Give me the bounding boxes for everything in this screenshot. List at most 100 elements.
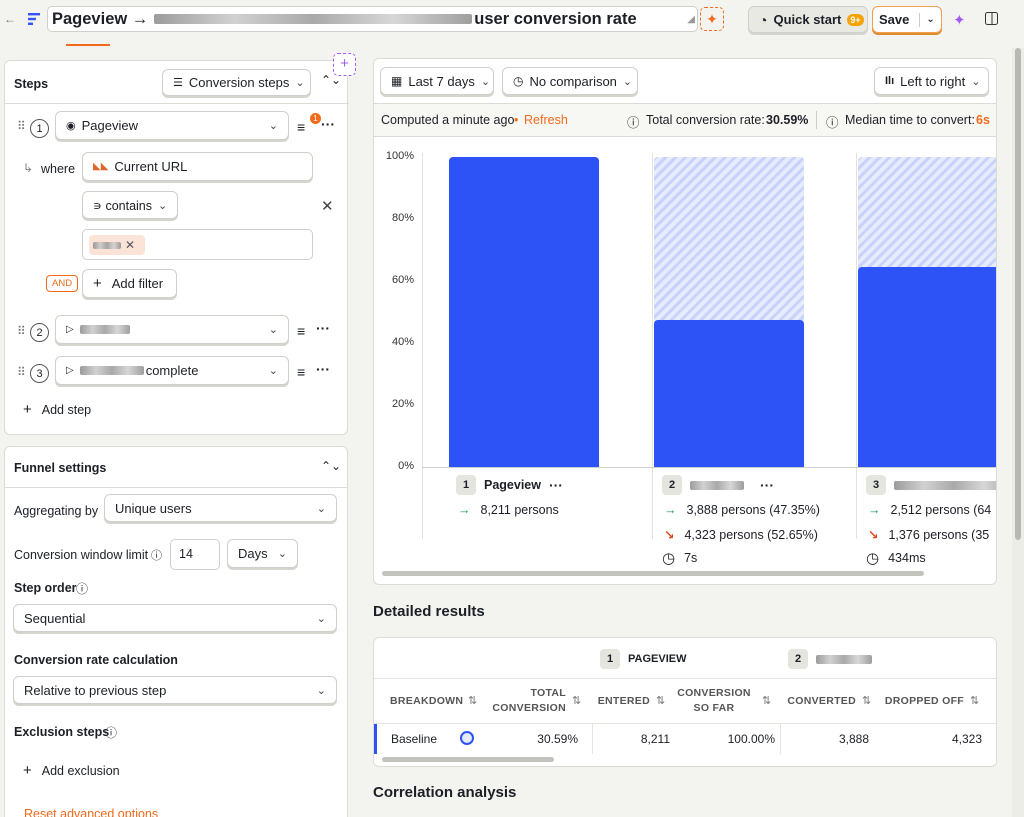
more-options-icon[interactable]: ··· <box>760 477 774 493</box>
step-1-name: Pageview <box>484 478 541 492</box>
step-3-converted[interactable]: → 2,512 persons (64 <box>868 503 991 517</box>
conversion-bar-step-1[interactable] <box>449 157 599 467</box>
reset-advanced-link[interactable]: Reset advanced options <box>24 807 158 817</box>
step-2-event-select[interactable]: ▷ ⌄ <box>55 315 289 344</box>
series-toggle-icon[interactable] <box>460 731 474 745</box>
chevron-down-icon: ⌄ <box>158 199 168 212</box>
date-range-select[interactable]: ▦ Last 7 days ⌄ <box>380 67 494 95</box>
col-total-conversion[interactable]: TOTAL CONVERSION <box>484 686 566 716</box>
conversion-bar-step-3[interactable] <box>858 266 996 467</box>
median-time-value: 6s <box>976 113 990 127</box>
more-options-icon[interactable]: ··· <box>321 116 335 132</box>
median-time-label: Median time to convert: <box>845 113 975 127</box>
detailed-results-title: Detailed results <box>373 603 485 620</box>
more-options-icon[interactable]: ··· <box>316 320 330 336</box>
info-icon[interactable]: ⓘ <box>105 724 117 741</box>
info-icon[interactable]: ⓘ <box>76 580 88 597</box>
page-scrollbar[interactable] <box>1012 48 1024 817</box>
filter-property-label: Current URL <box>114 159 188 174</box>
sidebar-toggle-icon[interactable] <box>985 12 998 25</box>
step-filter-icon[interactable]: ≡ <box>297 119 305 135</box>
filter-operator-label: ∍ contains <box>93 198 153 213</box>
step-filter-icon[interactable]: ≡ <box>297 364 305 380</box>
and-badge: AND <box>46 275 79 292</box>
filter-operator-select[interactable]: ∍ contains ⌄ <box>82 191 178 219</box>
sort-icon[interactable]: ⇅ <box>762 694 771 707</box>
funnel-chart-card: ▦ Last 7 days ⌄ ◷ No comparison ⌄ Ilı Le… <box>373 58 997 585</box>
col-conversion-so-far[interactable]: CONVERSION SO FAR <box>674 686 754 716</box>
ai-assistant-icon[interactable]: ✦ <box>953 11 966 29</box>
quick-start-button[interactable]: ◔ Quick start 9+ <box>748 6 868 33</box>
rate-calc-select[interactable]: Relative to previous step ⌄ <box>13 676 337 704</box>
chevron-down-icon: ⌄ <box>316 684 326 697</box>
correlation-analysis-title: Correlation analysis <box>373 784 517 801</box>
funnel-type-label: Conversion steps <box>188 75 290 90</box>
step-3-number: 3 <box>866 475 886 495</box>
step-3-dropped[interactable]: ↘ 1,376 persons (35 <box>868 527 989 543</box>
col-breakdown[interactable]: BREAKDOWN <box>390 694 463 709</box>
add-step-ai-button[interactable]: + <box>333 53 356 76</box>
table-step-2-header: 2 <box>788 649 872 669</box>
drag-handle-icon[interactable]: ⠿ <box>17 324 26 338</box>
step-3-time-value: 434ms <box>888 551 926 565</box>
table-row[interactable]: Baseline 30.59% 8,211 100.00% 3,888 4,32… <box>374 724 996 754</box>
chart-horizontal-scrollbar[interactable] <box>382 571 924 576</box>
sort-icon[interactable]: ⇅ <box>970 694 979 707</box>
refresh-link[interactable]: Refresh <box>524 113 568 127</box>
table-horizontal-scrollbar[interactable] <box>382 757 554 762</box>
save-button[interactable]: Save ⌄ <box>872 6 942 33</box>
cursor-icon: ▷ <box>66 365 74 376</box>
redacted-value <box>93 241 121 249</box>
sort-icon[interactable]: ⇅ <box>656 694 665 707</box>
aggregating-select[interactable]: Unique users ⌄ <box>104 494 337 522</box>
filter-value-chip: ✕ <box>89 235 145 255</box>
url-icon: ◣◣ <box>93 161 109 172</box>
step-order-select[interactable]: Sequential ⌄ <box>13 604 337 632</box>
sort-icon[interactable]: ⇅ <box>572 694 581 707</box>
step-1-event-label: Pageview <box>81 118 138 133</box>
window-value-input[interactable]: 14 <box>170 539 220 570</box>
col-dropped-off[interactable]: DROPPED OFF <box>878 694 964 709</box>
add-step-button[interactable]: + Add step <box>23 401 91 418</box>
col-entered[interactable]: ENTERED <box>590 694 650 709</box>
clock-icon: ◷ <box>513 74 524 88</box>
info-icon[interactable]: ⓘ <box>826 112 839 131</box>
filter-property-select[interactable]: ◣◣ Current URL <box>82 152 313 181</box>
ai-sparkle-button[interactable]: ✦ <box>700 7 724 31</box>
col-converted[interactable]: CONVERTED <box>778 694 856 709</box>
funnel-type-select[interactable]: ☰ Conversion steps ⌄ <box>162 69 311 96</box>
window-label: Conversion window limit <box>14 548 149 562</box>
comparison-select[interactable]: ◷ No comparison ⌄ <box>502 67 638 95</box>
sort-icon[interactable]: ⇅ <box>862 694 871 707</box>
layout-select[interactable]: Ilı Left to right ⌄ <box>874 67 989 95</box>
step-1-converted[interactable]: → 8,211 persons <box>458 503 559 517</box>
step-3-event-select[interactable]: ▷ complete ⌄ <box>55 356 289 385</box>
more-options-icon[interactable]: ··· <box>316 361 330 377</box>
insight-title-input[interactable]: Pageview → user conversion rate ◢ <box>47 6 698 32</box>
more-options-icon[interactable]: ··· <box>549 477 563 493</box>
window-unit-select[interactable]: Days ⌄ <box>227 539 298 568</box>
step-1-number: 1 <box>456 475 476 495</box>
back-arrow-icon[interactable]: ← <box>4 12 16 26</box>
aggregating-label: Aggregating by <box>14 504 99 518</box>
step-filter-icon[interactable]: ≡ <box>297 323 305 339</box>
add-exclusion-button[interactable]: + Add exclusion <box>23 762 120 779</box>
drag-handle-icon[interactable]: ⠿ <box>17 119 26 133</box>
collapse-icon[interactable]: ⌃⌄ <box>321 459 341 473</box>
add-filter-button[interactable]: + Add filter <box>82 269 177 298</box>
computed-label: Computed a minute ago <box>381 113 515 127</box>
conversion-bar-step-2[interactable] <box>654 320 804 467</box>
step-2-dropped[interactable]: ↘ 4,323 persons (52.65%) <box>664 527 818 543</box>
info-icon[interactable]: ⓘ <box>151 547 162 563</box>
quick-start-label: Quick start <box>773 12 842 27</box>
y-tick-label: 100% <box>385 150 414 162</box>
info-icon[interactable]: ⓘ <box>627 112 640 131</box>
sort-icon[interactable]: ⇅ <box>468 694 477 707</box>
filter-value-input[interactable]: ✕ <box>82 229 313 260</box>
step-1-event-select[interactable]: ◉ Pageview ⌄ <box>55 111 289 140</box>
remove-filter-icon[interactable]: ✕ <box>321 197 334 215</box>
remove-chip-icon[interactable]: ✕ <box>125 238 135 252</box>
save-dropdown-chevron-icon[interactable]: ⌄ <box>926 14 934 25</box>
step-2-converted[interactable]: → 3,888 persons (47.35%) <box>664 503 820 517</box>
drag-handle-icon[interactable]: ⠿ <box>17 365 26 379</box>
